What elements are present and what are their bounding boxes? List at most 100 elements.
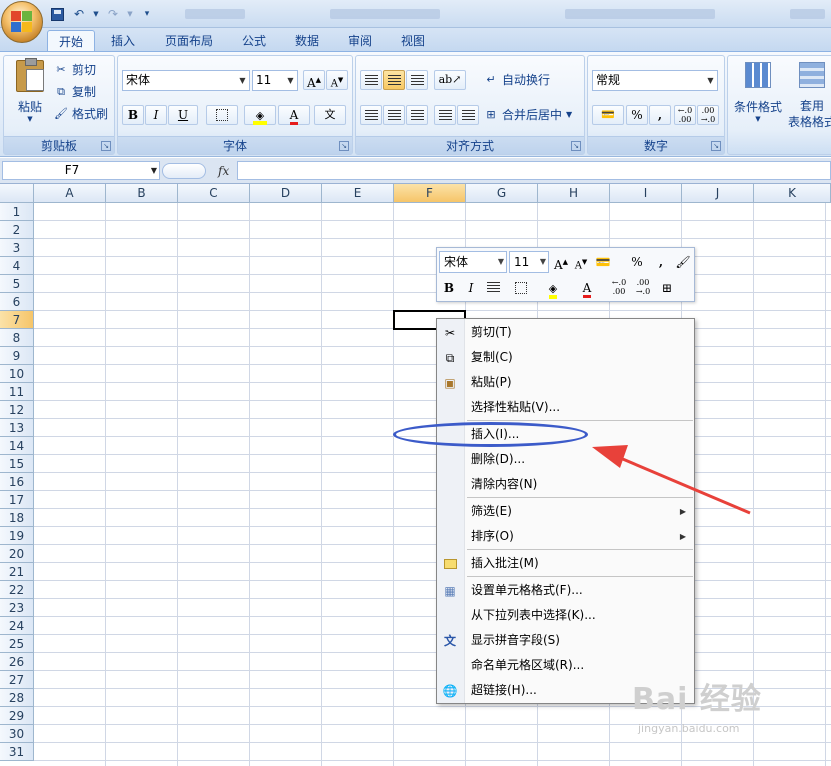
row-header-26[interactable]: 26	[0, 653, 34, 671]
mini-fill-color-button[interactable]: ◈	[539, 278, 567, 299]
align-bottom-button[interactable]	[406, 70, 428, 90]
tab-home[interactable]: 开始	[47, 30, 95, 52]
column-header-k[interactable]: K	[754, 184, 831, 203]
mini-size-combo[interactable]: 11 ▼	[509, 251, 549, 273]
decrease-decimal-button[interactable]: .00 →.0	[697, 105, 719, 125]
undo-dropdown-icon[interactable]: ▼	[92, 5, 100, 23]
font-color-button[interactable]: A	[278, 105, 310, 125]
menu-item-delete[interactable]: 删除(D)...	[437, 447, 694, 472]
column-header-h[interactable]: H	[538, 184, 610, 203]
percent-button[interactable]: %	[626, 105, 648, 125]
mini-center-button[interactable]	[483, 278, 503, 298]
redo-dropdown-icon[interactable]: ▼	[126, 5, 134, 23]
grow-font-button[interactable]: A▲	[303, 70, 325, 90]
row-header-8[interactable]: 8	[0, 329, 34, 347]
accounting-button[interactable]: 💳	[592, 105, 624, 125]
number-format-combo[interactable]: 常规 ▼	[592, 70, 718, 91]
row-header-29[interactable]: 29	[0, 707, 34, 725]
clipboard-launcher-icon[interactable]: ↘	[101, 141, 111, 151]
menu-item-copy[interactable]: ⧉ 复制(C)	[437, 345, 694, 370]
row-header-28[interactable]: 28	[0, 689, 34, 707]
mini-accounting-button[interactable]: 💳	[593, 252, 613, 272]
increase-decimal-button[interactable]: ←.0.00	[674, 105, 696, 125]
mini-increase-decimal-button[interactable]: ←.0.00	[609, 278, 629, 298]
borders-button[interactable]	[206, 105, 238, 125]
menu-item-paste-special[interactable]: 选择性粘贴(V)...	[437, 395, 694, 420]
row-header-23[interactable]: 23	[0, 599, 34, 617]
orientation-button[interactable]: ab↗	[434, 70, 466, 90]
tab-review[interactable]: 审阅	[338, 30, 382, 52]
row-header-14[interactable]: 14	[0, 437, 34, 455]
column-header-g[interactable]: G	[466, 184, 538, 203]
merge-center-button[interactable]: ⊞ 合并后居中 ▼	[484, 105, 572, 125]
menu-item-pick-from-list[interactable]: 从下拉列表中选择(K)...	[437, 603, 694, 628]
mini-grow-font-button[interactable]: A▲	[551, 252, 571, 272]
tab-insert[interactable]: 插入	[100, 30, 146, 52]
align-center-button[interactable]	[383, 105, 405, 125]
mini-format-painter-button[interactable]: 🖌	[673, 252, 693, 272]
align-top-button[interactable]	[360, 70, 382, 90]
bold-button[interactable]: B	[122, 105, 144, 125]
increase-indent-button[interactable]	[457, 105, 479, 125]
row-header-18[interactable]: 18	[0, 509, 34, 527]
customize-icon[interactable]: ▾	[138, 5, 156, 23]
column-header-b[interactable]: B	[106, 184, 178, 203]
row-header-31[interactable]: 31	[0, 743, 34, 761]
insert-function-icon[interactable]: fx	[218, 164, 229, 178]
undo-icon[interactable]: ↶	[70, 5, 88, 23]
column-header-f[interactable]: F	[394, 184, 466, 203]
column-header-j[interactable]: J	[682, 184, 754, 203]
italic-button[interactable]: I	[145, 105, 167, 125]
formula-input[interactable]	[237, 161, 831, 180]
row-header-27[interactable]: 27	[0, 671, 34, 689]
mini-decrease-decimal-button[interactable]: .00 →.0	[633, 278, 653, 298]
row-header-25[interactable]: 25	[0, 635, 34, 653]
row-header-20[interactable]: 20	[0, 545, 34, 563]
decrease-indent-button[interactable]	[434, 105, 456, 125]
shrink-font-button[interactable]: A▼	[326, 70, 348, 90]
column-header-d[interactable]: D	[250, 184, 322, 203]
row-header-7[interactable]: 7	[0, 311, 34, 329]
align-right-button[interactable]	[406, 105, 428, 125]
paste-button[interactable]: 粘贴 ▼	[10, 58, 50, 132]
row-header-1[interactable]: 1	[0, 203, 34, 221]
mini-percent-button[interactable]: %	[627, 252, 647, 272]
column-header-i[interactable]: I	[610, 184, 682, 203]
mini-comma-button[interactable]: ,	[651, 252, 671, 272]
font-name-combo[interactable]: 宋体 ▼	[122, 70, 250, 91]
copy-button[interactable]: ⧉ 复制	[54, 82, 96, 102]
row-header-12[interactable]: 12	[0, 401, 34, 419]
row-header-21[interactable]: 21	[0, 563, 34, 581]
menu-item-insert-comment[interactable]: 插入批注(M)	[437, 551, 694, 576]
row-header-22[interactable]: 22	[0, 581, 34, 599]
comma-button[interactable]: ,	[649, 105, 671, 125]
row-header-30[interactable]: 30	[0, 725, 34, 743]
underline-button[interactable]: U	[168, 105, 198, 125]
mini-borders-button[interactable]	[507, 278, 535, 298]
row-header-4[interactable]: 4	[0, 257, 34, 275]
mini-shrink-font-button[interactable]: A▼	[571, 252, 591, 272]
row-header-11[interactable]: 11	[0, 383, 34, 401]
menu-item-format-cells[interactable]: ▦ 设置单元格格式(F)...	[437, 578, 694, 603]
wrap-text-button[interactable]: ↵ 自动换行	[484, 70, 550, 90]
row-header-15[interactable]: 15	[0, 455, 34, 473]
name-box[interactable]: F7 ▼	[2, 161, 160, 180]
row-header-10[interactable]: 10	[0, 365, 34, 383]
phonetic-button[interactable]: 文	[314, 105, 346, 125]
save-icon[interactable]	[48, 5, 66, 23]
row-header-9[interactable]: 9	[0, 347, 34, 365]
column-header-a[interactable]: A	[34, 184, 106, 203]
alignment-launcher-icon[interactable]: ↘	[571, 141, 581, 151]
fill-color-button[interactable]: ◈	[244, 105, 276, 125]
menu-item-cut[interactable]: ✂ 剪切(T)	[437, 320, 694, 345]
number-launcher-icon[interactable]: ↘	[711, 141, 721, 151]
tab-formulas[interactable]: 公式	[232, 30, 276, 52]
row-header-19[interactable]: 19	[0, 527, 34, 545]
row-header-16[interactable]: 16	[0, 473, 34, 491]
redo-icon[interactable]: ↷	[104, 5, 122, 23]
tab-view[interactable]: 视图	[391, 30, 435, 52]
row-header-3[interactable]: 3	[0, 239, 34, 257]
format-painter-button[interactable]: 🖌 格式刷	[54, 104, 108, 124]
font-launcher-icon[interactable]: ↘	[339, 141, 349, 151]
cut-button[interactable]: ✂ 剪切	[54, 60, 96, 80]
